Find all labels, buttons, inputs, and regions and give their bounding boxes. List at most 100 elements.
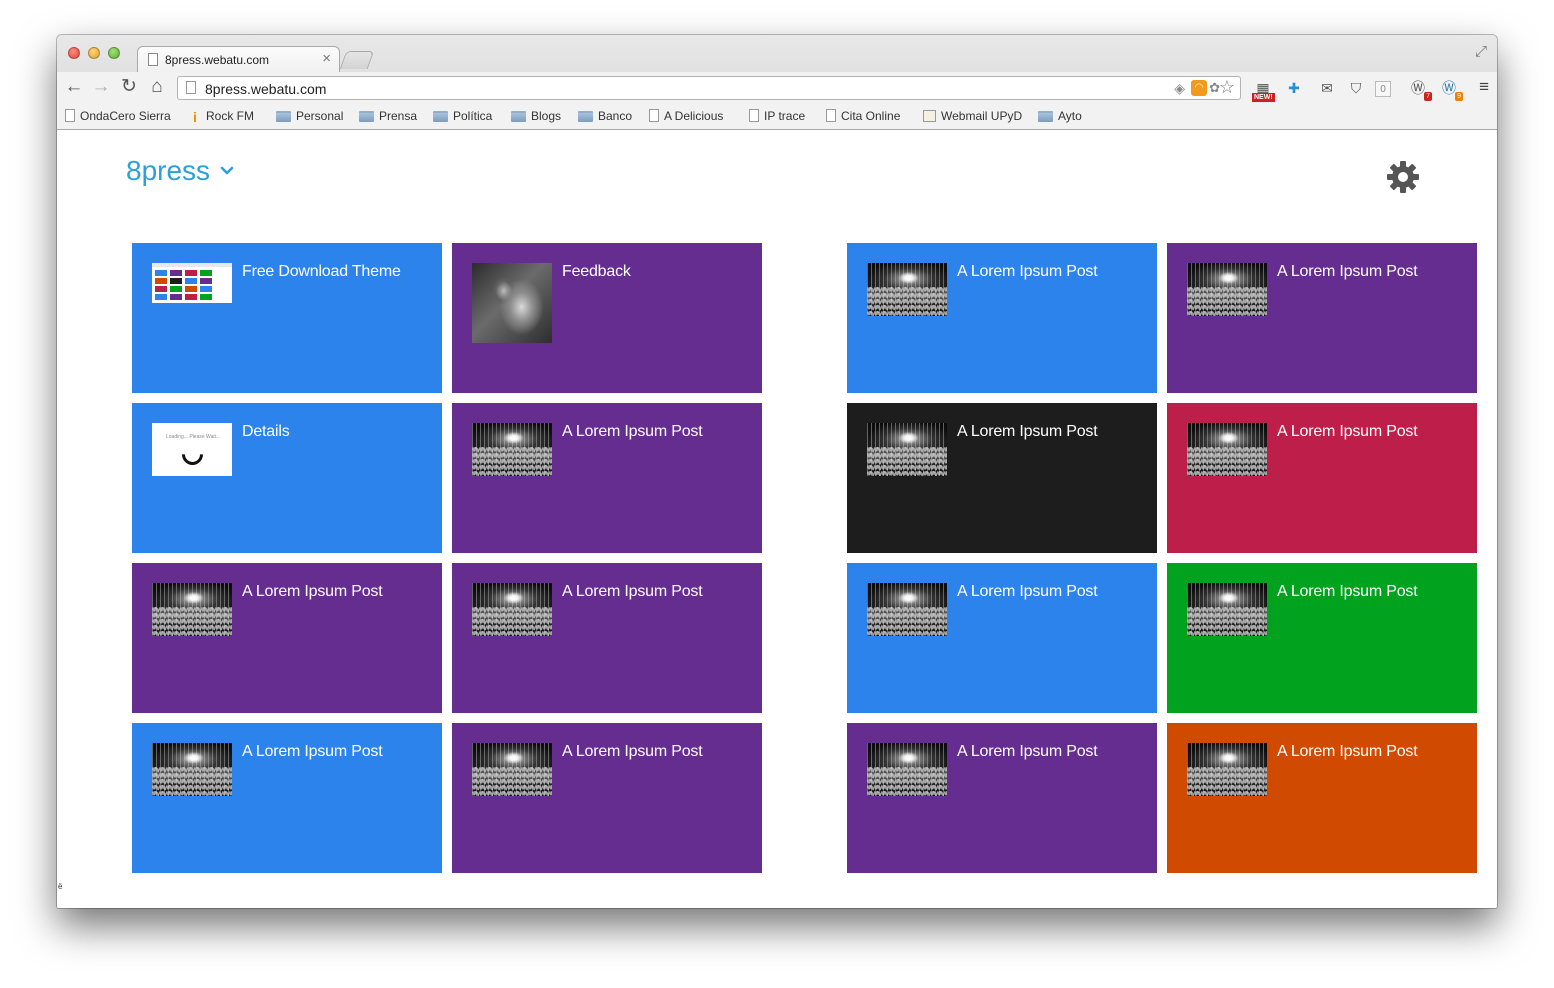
right-group-tile[interactable]: A Lorem Ipsum Post xyxy=(847,563,1157,713)
wolf-photo-thumbnail[interactable] xyxy=(472,263,552,343)
concert-photo-thumbnail[interactable] xyxy=(152,583,232,636)
bookmark-label: Blogs xyxy=(531,109,562,123)
fullscreen-icon[interactable]: ⤢ xyxy=(1475,43,1487,60)
tile-title[interactable]: A Lorem Ipsum Post xyxy=(1277,263,1418,281)
concert-photo-thumbnail[interactable] xyxy=(1187,583,1267,636)
bookmark-item[interactable]: Ayto xyxy=(1038,109,1082,123)
tile-title[interactable]: A Lorem Ipsum Post xyxy=(562,743,703,761)
site-brand[interactable]: 8press xyxy=(126,155,210,187)
page-icon xyxy=(826,109,836,122)
close-window-button[interactable] xyxy=(68,47,80,59)
cursor-mark: ë xyxy=(58,882,63,891)
concert-photo-thumbnail[interactable] xyxy=(152,743,232,796)
bookmark-item[interactable]: IP trace xyxy=(749,109,805,123)
cast-icon[interactable]: ◈ xyxy=(1174,80,1185,97)
left-group-tile[interactable]: Free Download Theme xyxy=(132,243,442,393)
tile-title[interactable]: A Lorem Ipsum Post xyxy=(1277,423,1418,441)
bookmark-label: Webmail UPyD xyxy=(941,109,1023,123)
crowd-texture xyxy=(472,606,552,636)
concert-photo-thumbnail[interactable] xyxy=(867,263,947,316)
chrome-menu-icon[interactable]: ≡ xyxy=(1479,77,1489,97)
extension-puzzle-icon[interactable]: ✚ xyxy=(1283,78,1305,98)
concert-photo-thumbnail[interactable] xyxy=(867,743,947,796)
forward-button[interactable]: → xyxy=(90,76,112,98)
tile-title[interactable]: Details xyxy=(242,423,290,441)
tile-title[interactable]: A Lorem Ipsum Post xyxy=(1277,743,1418,761)
back-button[interactable]: ← xyxy=(63,76,85,98)
chevron-down-icon[interactable] xyxy=(220,164,234,178)
left-group-tile[interactable]: A Lorem Ipsum Post xyxy=(452,723,762,873)
bookmark-star-icon[interactable]: ☆ xyxy=(1219,77,1235,98)
home-button[interactable]: ⌂ xyxy=(146,76,168,98)
bookmark-item[interactable]: Personal xyxy=(276,109,343,123)
concert-photo-thumbnail[interactable] xyxy=(472,743,552,796)
concert-photo-thumbnail[interactable] xyxy=(867,423,947,476)
browser-tab[interactable]: 8press.webatu.com × xyxy=(137,46,340,72)
loading-screenshot-thumbnail[interactable]: Loading... Please Wait... xyxy=(152,423,232,476)
tile-title[interactable]: A Lorem Ipsum Post xyxy=(242,743,383,761)
close-tab-icon[interactable]: × xyxy=(322,50,331,67)
left-group-tile[interactable]: A Lorem Ipsum Post xyxy=(132,563,442,713)
rss-icon[interactable]: ◠ xyxy=(1191,80,1207,96)
right-group-tile[interactable]: A Lorem Ipsum Post xyxy=(847,243,1157,393)
bookmark-item[interactable]: i Rock FM xyxy=(193,109,254,126)
right-group-tile[interactable]: A Lorem Ipsum Post xyxy=(847,723,1157,873)
concert-photo-thumbnail[interactable] xyxy=(867,583,947,636)
right-group-tile[interactable]: A Lorem Ipsum Post xyxy=(1167,403,1477,553)
tile-title[interactable]: Free Download Theme xyxy=(242,263,401,281)
gear-icon[interactable] xyxy=(1385,159,1421,195)
wordpress-icon[interactable]: Ⓦ 7 xyxy=(1407,78,1432,101)
counter-extension-icon[interactable]: 0 xyxy=(1375,81,1391,97)
crowd-texture xyxy=(867,606,947,636)
pocket-icon[interactable]: ⛉ xyxy=(1345,78,1367,98)
page-icon xyxy=(749,109,759,122)
bookmark-item[interactable]: Banco xyxy=(578,109,632,123)
address-bar[interactable]: 8press.webatu.com ◈ ◠ ✿ ☆ xyxy=(177,76,1241,100)
left-group-tile[interactable]: Feedback xyxy=(452,243,762,393)
tile-title[interactable]: A Lorem Ipsum Post xyxy=(562,423,703,441)
concert-photo-thumbnail[interactable] xyxy=(472,423,552,476)
wordpress-alt-icon[interactable]: Ⓦ 9 xyxy=(1438,78,1463,101)
left-group-tile[interactable]: A Lorem Ipsum Post xyxy=(132,723,442,873)
concert-photo-thumbnail[interactable] xyxy=(472,583,552,636)
right-group-tile[interactable]: A Lorem Ipsum Post xyxy=(1167,243,1477,393)
url-text[interactable]: 8press.webatu.com xyxy=(205,81,326,97)
bookmark-item[interactable]: A Delicious xyxy=(649,109,723,123)
crowd-texture xyxy=(867,766,947,796)
bookmark-item[interactable]: Cita Online xyxy=(826,109,900,123)
tile-title[interactable]: A Lorem Ipsum Post xyxy=(957,583,1098,601)
tile-title[interactable]: A Lorem Ipsum Post xyxy=(957,263,1098,281)
right-group-tile[interactable]: A Lorem Ipsum Post xyxy=(1167,563,1477,713)
left-group-tile[interactable]: A Lorem Ipsum Post xyxy=(452,563,762,713)
theme-screenshot-thumbnail[interactable] xyxy=(152,263,232,303)
mini-tile xyxy=(200,294,212,300)
reload-button[interactable]: ↻ xyxy=(118,76,140,98)
tile-title[interactable]: A Lorem Ipsum Post xyxy=(957,423,1098,441)
bookmark-item[interactable]: Política xyxy=(433,109,492,123)
minimize-window-button[interactable] xyxy=(88,47,100,59)
concert-photo-thumbnail[interactable] xyxy=(1187,263,1267,316)
tile-title[interactable]: A Lorem Ipsum Post xyxy=(562,583,703,601)
bookmark-item[interactable]: Prensa xyxy=(359,109,417,123)
right-group-tile[interactable]: A Lorem Ipsum Post xyxy=(847,403,1157,553)
tile-title[interactable]: A Lorem Ipsum Post xyxy=(957,743,1098,761)
crowd-texture xyxy=(867,286,947,316)
tile-title[interactable]: A Lorem Ipsum Post xyxy=(1277,583,1418,601)
right-group-tile[interactable]: A Lorem Ipsum Post xyxy=(1167,723,1477,873)
mini-tile xyxy=(185,270,197,276)
concert-photo-thumbnail[interactable] xyxy=(1187,423,1267,476)
zoom-window-button[interactable] xyxy=(108,47,120,59)
left-group-tile[interactable]: A Lorem Ipsum Post xyxy=(452,403,762,553)
bookmarks-bar: OndaCero Sierra i Rock FM Personal Prensa Pol… xyxy=(57,104,1497,129)
mail-extension-icon[interactable]: ✉ xyxy=(1316,78,1338,98)
bookmark-item[interactable]: Webmail UPyD xyxy=(923,109,1022,123)
tile-title[interactable]: Feedback xyxy=(562,263,631,281)
left-group-tile[interactable]: Loading... Please Wait... Details xyxy=(132,403,442,553)
concert-photo-thumbnail[interactable] xyxy=(1187,743,1267,796)
bookmark-item[interactable]: Blogs xyxy=(511,109,561,123)
new-tab-button[interactable] xyxy=(339,51,375,69)
tile-title[interactable]: A Lorem Ipsum Post xyxy=(242,583,383,601)
extension-news-icon[interactable]: ▦ NEW! xyxy=(1252,78,1275,102)
mini-tile xyxy=(185,286,197,292)
bookmark-item[interactable]: OndaCero Sierra xyxy=(65,109,171,123)
